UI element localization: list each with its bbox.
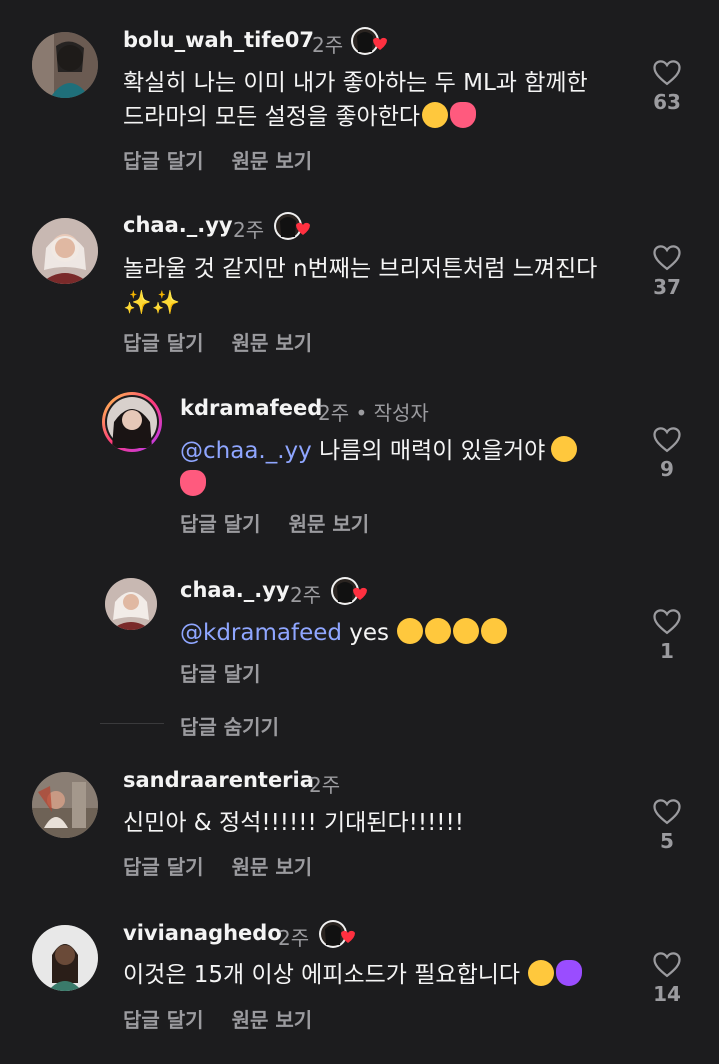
comment-actions: 답글 달기 원문 보기 <box>123 145 340 174</box>
username[interactable]: sandraarenteria <box>123 768 314 792</box>
heart-outline-icon <box>653 427 681 453</box>
comment-actions: 답글 달기 원문 보기 <box>180 508 397 537</box>
comment-time: 2주 <box>278 926 310 950</box>
avatar[interactable] <box>32 772 98 838</box>
comment-text-line: 이것은 15개 이상 에피소드가 필요합니다 <box>123 958 583 992</box>
creator-heart-badge-icon <box>318 917 358 951</box>
comment-text: 놀라울 것 같지만 n번째는 브리저튼처럼 느껴진다 ✨✨ <box>123 252 597 320</box>
reply-button[interactable]: 답글 달기 <box>180 512 261 536</box>
heart-outline-icon <box>653 245 681 271</box>
comment-text-segment: 나름의 매력이 있을거야 <box>311 438 546 464</box>
like-button[interactable]: 63 <box>647 58 687 114</box>
heart-outline-icon <box>653 60 681 86</box>
like-count: 5 <box>660 829 674 853</box>
comment-text: @kdramafeed yes <box>180 616 508 650</box>
comment-actions: 답글 달기 원문 보기 <box>123 327 340 356</box>
comment-text-segment: yes <box>341 620 390 646</box>
comment-text-line: 신민아 & 정석!!!!!! 기대된다!!!!!! <box>123 810 464 836</box>
username[interactable]: bolu_wah_tife07 <box>123 28 314 52</box>
comment-actions: 답글 달기 원문 보기 <box>123 851 340 880</box>
avatar[interactable] <box>105 578 157 630</box>
like-button[interactable]: 37 <box>647 243 687 299</box>
comment-text: 신민아 & 정석!!!!!! 기대된다!!!!!! <box>123 806 464 840</box>
like-button[interactable]: 14 <box>647 950 687 1006</box>
heart-outline-icon <box>653 799 681 825</box>
weary-face-emoji-icon <box>422 102 449 128</box>
heart-eyes-emoji-icon <box>397 618 424 644</box>
comment-text-segment: 드라마의 모든 설정을 좋아한다 <box>123 104 421 130</box>
avatar[interactable] <box>32 218 98 284</box>
comment-text: @chaa._.yy 나름의 매력이 있을거야 <box>180 434 578 502</box>
comment-text-line: 드라마의 모든 설정을 좋아한다 <box>123 100 588 134</box>
reply-button[interactable]: 답글 달기 <box>123 331 204 355</box>
reply-button[interactable]: 답글 달기 <box>123 855 204 879</box>
comment-text: 확실히 나는 이미 내가 좋아하는 두 ML과 함께한 드라마의 모든 설정을 … <box>123 66 588 134</box>
creator-heart-badge-icon <box>273 209 313 243</box>
avatar[interactable] <box>32 925 98 991</box>
like-button[interactable]: 1 <box>647 607 687 663</box>
comment-text-line: @chaa._.yy 나름의 매력이 있을거야 <box>180 434 578 468</box>
heart-outline-icon <box>653 609 681 635</box>
comment-text-line: @kdramafeed yes <box>180 616 508 650</box>
heart-eyes-emoji-icon <box>453 618 480 644</box>
heart-eyes-emoji-icon <box>528 960 555 986</box>
username[interactable]: chaa._.yy <box>180 578 290 602</box>
comment-time: 2주 • 작성자 <box>318 401 429 425</box>
like-button[interactable]: 5 <box>647 797 687 853</box>
comment-text-segment: 이것은 15개 이상 에피소드가 필요합니다 <box>123 962 521 988</box>
like-count: 14 <box>653 982 681 1006</box>
see-translation-button[interactable]: 원문 보기 <box>289 512 370 536</box>
heart-eyes-emoji-icon <box>481 618 508 644</box>
avatar[interactable] <box>102 392 162 452</box>
like-count: 1 <box>660 639 674 663</box>
like-count: 37 <box>653 275 681 299</box>
comment-text: 이것은 15개 이상 에피소드가 필요합니다 <box>123 958 583 992</box>
comment-actions: 답글 달기 원문 보기 <box>123 1004 340 1033</box>
avatar[interactable] <box>32 32 98 98</box>
creator-heart-badge-icon <box>330 574 370 608</box>
pink-heart-emoji-icon <box>180 470 206 496</box>
face-with-hand-over-mouth-emoji-icon <box>551 436 578 462</box>
reply-button[interactable]: 답글 달기 <box>123 1008 204 1032</box>
see-translation-button[interactable]: 원문 보기 <box>232 1008 313 1032</box>
see-translation-button[interactable]: 원문 보기 <box>232 149 313 173</box>
comment-time: 2주 <box>312 33 344 57</box>
purple-heart-emoji-icon <box>556 960 583 986</box>
like-button[interactable]: 9 <box>647 425 687 481</box>
comment-time: 2주 <box>233 218 265 242</box>
heart-outline-icon <box>653 952 681 978</box>
reply-button[interactable]: 답글 달기 <box>180 662 261 686</box>
username[interactable]: vivianaghedo <box>123 921 282 945</box>
comment-text-line: 놀라울 것 같지만 n번째는 브리저튼처럼 느껴진다 <box>123 256 598 282</box>
divider <box>100 723 164 724</box>
pink-heart-emoji-icon <box>450 102 477 128</box>
like-count: 63 <box>653 90 681 114</box>
mention-link[interactable]: @kdramafeed <box>180 620 342 646</box>
comment-actions: 답글 달기 <box>180 658 289 687</box>
see-translation-button[interactable]: 원문 보기 <box>232 331 313 355</box>
username[interactable]: chaa._.yy <box>123 213 233 237</box>
heart-eyes-emoji-icon <box>425 618 452 644</box>
mention-link[interactable]: @chaa._.yy <box>180 438 312 464</box>
see-translation-button[interactable]: 원문 보기 <box>232 855 313 879</box>
comment-time: 2주 <box>309 773 341 797</box>
like-count: 9 <box>660 457 674 481</box>
hide-replies-button[interactable]: 답글 숨기기 <box>180 711 279 740</box>
creator-heart-badge-icon <box>350 24 390 58</box>
username[interactable]: kdramafeed <box>180 396 322 420</box>
comment-text-line <box>180 468 577 502</box>
comment-time: 2주 <box>290 583 322 607</box>
comment-text-line: ✨✨ <box>123 290 181 316</box>
comment-text-line: 확실히 나는 이미 내가 좋아하는 두 ML과 함께한 <box>123 70 588 96</box>
reply-button[interactable]: 답글 달기 <box>123 149 204 173</box>
